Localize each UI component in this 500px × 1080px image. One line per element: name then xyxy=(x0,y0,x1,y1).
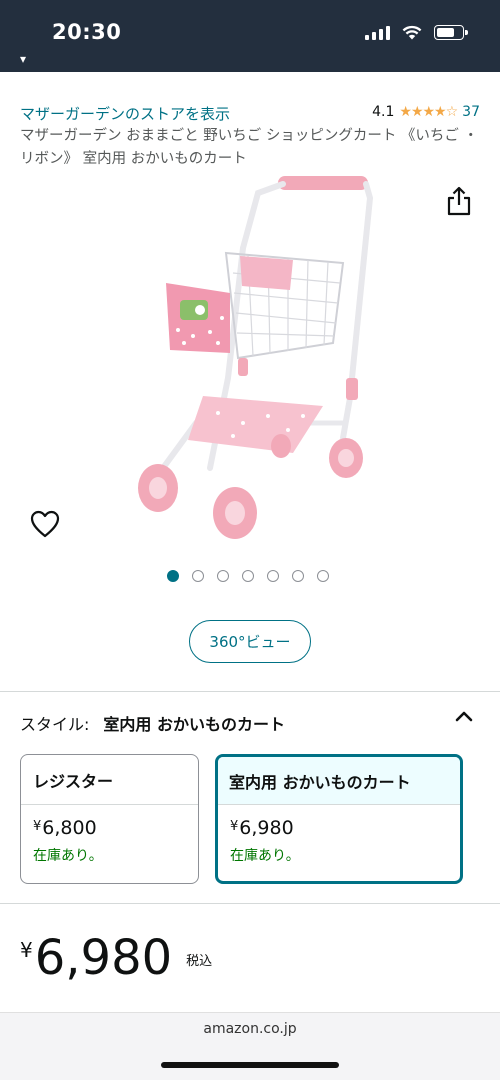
browser-url-bar[interactable]: amazon.co.jp xyxy=(0,1012,500,1080)
option-stock-status: 在庫あり。 xyxy=(230,848,300,864)
url-text[interactable]: amazon.co.jp xyxy=(0,1021,500,1037)
style-option-indoor-cart[interactable]: 室内用 おかいものカート ¥6,980 在庫あり。 xyxy=(215,754,463,884)
wifi-icon xyxy=(402,25,422,39)
price-currency: ¥ xyxy=(20,938,33,962)
status-time: 20:30 xyxy=(52,20,122,44)
pagination-dot[interactable] xyxy=(167,570,179,582)
heart-icon[interactable] xyxy=(30,510,60,538)
rating-value: 4.1 xyxy=(372,104,395,120)
tax-label: 税込 xyxy=(186,954,213,969)
pagination-dot[interactable] xyxy=(242,570,254,582)
pagination-dot[interactable] xyxy=(217,570,229,582)
product-price: ¥ 6,980 税込 xyxy=(20,930,212,986)
option-name: 室内用 おかいものカート xyxy=(218,757,460,805)
rating-stars-icon: ★★★★☆ xyxy=(399,104,458,120)
divider xyxy=(0,903,500,904)
rating[interactable]: 4.1 ★★★★☆ 37 xyxy=(372,104,480,120)
share-icon[interactable] xyxy=(446,186,472,216)
home-indicator[interactable] xyxy=(161,1062,339,1068)
product-title: マザーガーデン おままごと 野いちご ショッピングカート 《いちご ・ リボン》… xyxy=(20,128,479,167)
option-name: レジスター xyxy=(21,755,198,805)
image-pagination xyxy=(167,570,329,582)
pagination-dot[interactable] xyxy=(192,570,204,582)
pagination-dot[interactable] xyxy=(317,570,329,582)
product-image[interactable] xyxy=(118,168,378,548)
battery-icon xyxy=(434,24,468,40)
rating-count[interactable]: 37 xyxy=(462,104,480,120)
pagination-dot[interactable] xyxy=(292,570,304,582)
style-option-register[interactable]: レジスター ¥6,800 在庫あり。 xyxy=(20,754,199,884)
status-icons xyxy=(365,24,468,40)
chevron-down-icon[interactable]: ▾ xyxy=(20,52,26,66)
style-selected-value: 室内用 おかいものカート xyxy=(103,715,285,734)
view-360-button[interactable]: 360°ビュー xyxy=(189,620,311,663)
option-stock-status: 在庫あり。 xyxy=(33,848,103,864)
pagination-dot[interactable] xyxy=(267,570,279,582)
chevron-up-icon[interactable] xyxy=(454,708,474,724)
style-label: スタイル: xyxy=(20,715,90,734)
divider xyxy=(0,691,500,692)
status-bar: 20:30 ▾ xyxy=(0,0,500,72)
price-amount: 6,980 xyxy=(34,930,173,986)
cellular-signal-icon xyxy=(365,24,390,40)
store-link[interactable]: マザーガーデンのストアを表示 xyxy=(20,103,230,124)
option-price: ¥6,800 xyxy=(33,817,97,839)
style-selector-header[interactable]: スタイル: 室内用 おかいものカート xyxy=(20,711,285,735)
option-price: ¥6,980 xyxy=(230,817,294,839)
